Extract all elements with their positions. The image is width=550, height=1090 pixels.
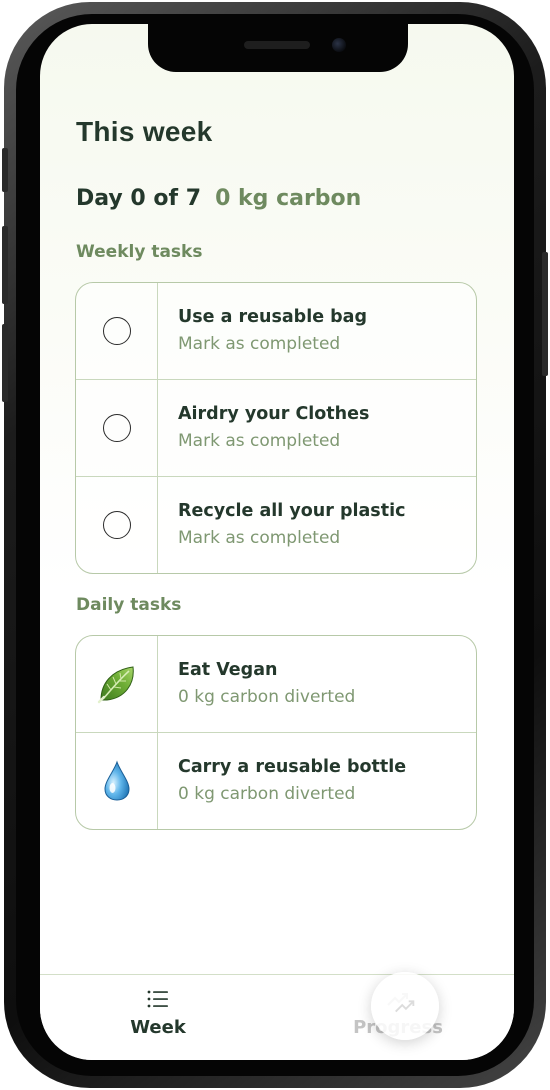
task-checkbox-cell[interactable] bbox=[76, 283, 158, 379]
weekly-task-row[interactable]: Recycle all your plastic Mark as complet… bbox=[76, 476, 476, 573]
floating-action-button[interactable] bbox=[371, 972, 439, 1040]
tab-week-label: Week bbox=[130, 1017, 186, 1038]
task-icon-cell bbox=[76, 733, 158, 829]
task-title: Eat Vegan bbox=[178, 660, 278, 680]
daily-tasks-label: Daily tasks bbox=[76, 595, 182, 615]
volume-down-button bbox=[2, 324, 8, 402]
notch bbox=[148, 24, 408, 72]
weekly-tasks-card: Use a reusable bag Mark as completed Air… bbox=[75, 282, 477, 574]
unchecked-circle-icon[interactable] bbox=[102, 317, 131, 345]
weekly-task-row[interactable]: Airdry your Clothes Mark as completed bbox=[76, 379, 476, 476]
daily-tasks-card: Eat Vegan 0 kg carbon diverted Carry a r… bbox=[75, 635, 477, 830]
page-title: This week bbox=[76, 116, 213, 147]
task-subtitle[interactable]: Mark as completed bbox=[178, 427, 369, 455]
mute-switch bbox=[2, 148, 8, 192]
task-checkbox-cell[interactable] bbox=[76, 380, 158, 476]
task-subtitle[interactable]: Mark as completed bbox=[178, 524, 405, 552]
weekly-tasks-label: Weekly tasks bbox=[76, 242, 203, 262]
trending-up-icon bbox=[395, 1000, 415, 1013]
task-title: Use a reusable bag bbox=[178, 307, 368, 327]
daily-task-row[interactable]: Eat Vegan 0 kg carbon diverted bbox=[76, 636, 476, 732]
list-icon bbox=[147, 990, 168, 1008]
unchecked-circle-icon[interactable] bbox=[102, 511, 131, 539]
bottom-tab-bar: Week Progress bbox=[40, 974, 514, 1060]
app-screen: This week Day 0 of 7 0 kg carbon Weekly t… bbox=[40, 24, 514, 1060]
task-text: Recycle all your plastic Mark as complet… bbox=[158, 477, 405, 573]
task-text: Carry a reusable bottle 0 kg carbon dive… bbox=[158, 733, 406, 829]
task-title: Carry a reusable bottle bbox=[178, 757, 407, 777]
day-progress: Day 0 of 7 bbox=[76, 186, 202, 211]
task-text: Airdry your Clothes Mark as completed bbox=[158, 380, 369, 476]
volume-up-button bbox=[2, 226, 8, 304]
front-camera bbox=[332, 38, 346, 52]
task-subtitle: 0 kg carbon diverted bbox=[178, 784, 356, 804]
task-checkbox-cell[interactable] bbox=[76, 477, 158, 573]
task-subtitle: 0 kg carbon diverted bbox=[178, 687, 356, 707]
weekly-task-row[interactable]: Use a reusable bag Mark as completed bbox=[76, 283, 476, 379]
week-summary: Day 0 of 7 0 kg carbon bbox=[76, 186, 361, 211]
speaker-grille bbox=[244, 41, 310, 49]
power-button bbox=[542, 252, 548, 376]
leaf-icon bbox=[97, 666, 134, 704]
task-title: Recycle all your plastic bbox=[178, 501, 406, 521]
carbon-total: 0 kg carbon bbox=[215, 186, 362, 211]
daily-task-row[interactable]: Carry a reusable bottle 0 kg carbon dive… bbox=[76, 732, 476, 829]
task-text: Use a reusable bag Mark as completed bbox=[158, 283, 367, 379]
task-subtitle[interactable]: Mark as completed bbox=[178, 330, 367, 358]
task-icon-cell bbox=[76, 636, 158, 732]
tab-week[interactable]: Week bbox=[88, 985, 228, 1038]
unchecked-circle-icon[interactable] bbox=[102, 414, 131, 442]
water-drop-icon bbox=[103, 760, 130, 801]
task-title: Airdry your Clothes bbox=[178, 404, 370, 424]
task-text: Eat Vegan 0 kg carbon diverted bbox=[158, 636, 355, 732]
